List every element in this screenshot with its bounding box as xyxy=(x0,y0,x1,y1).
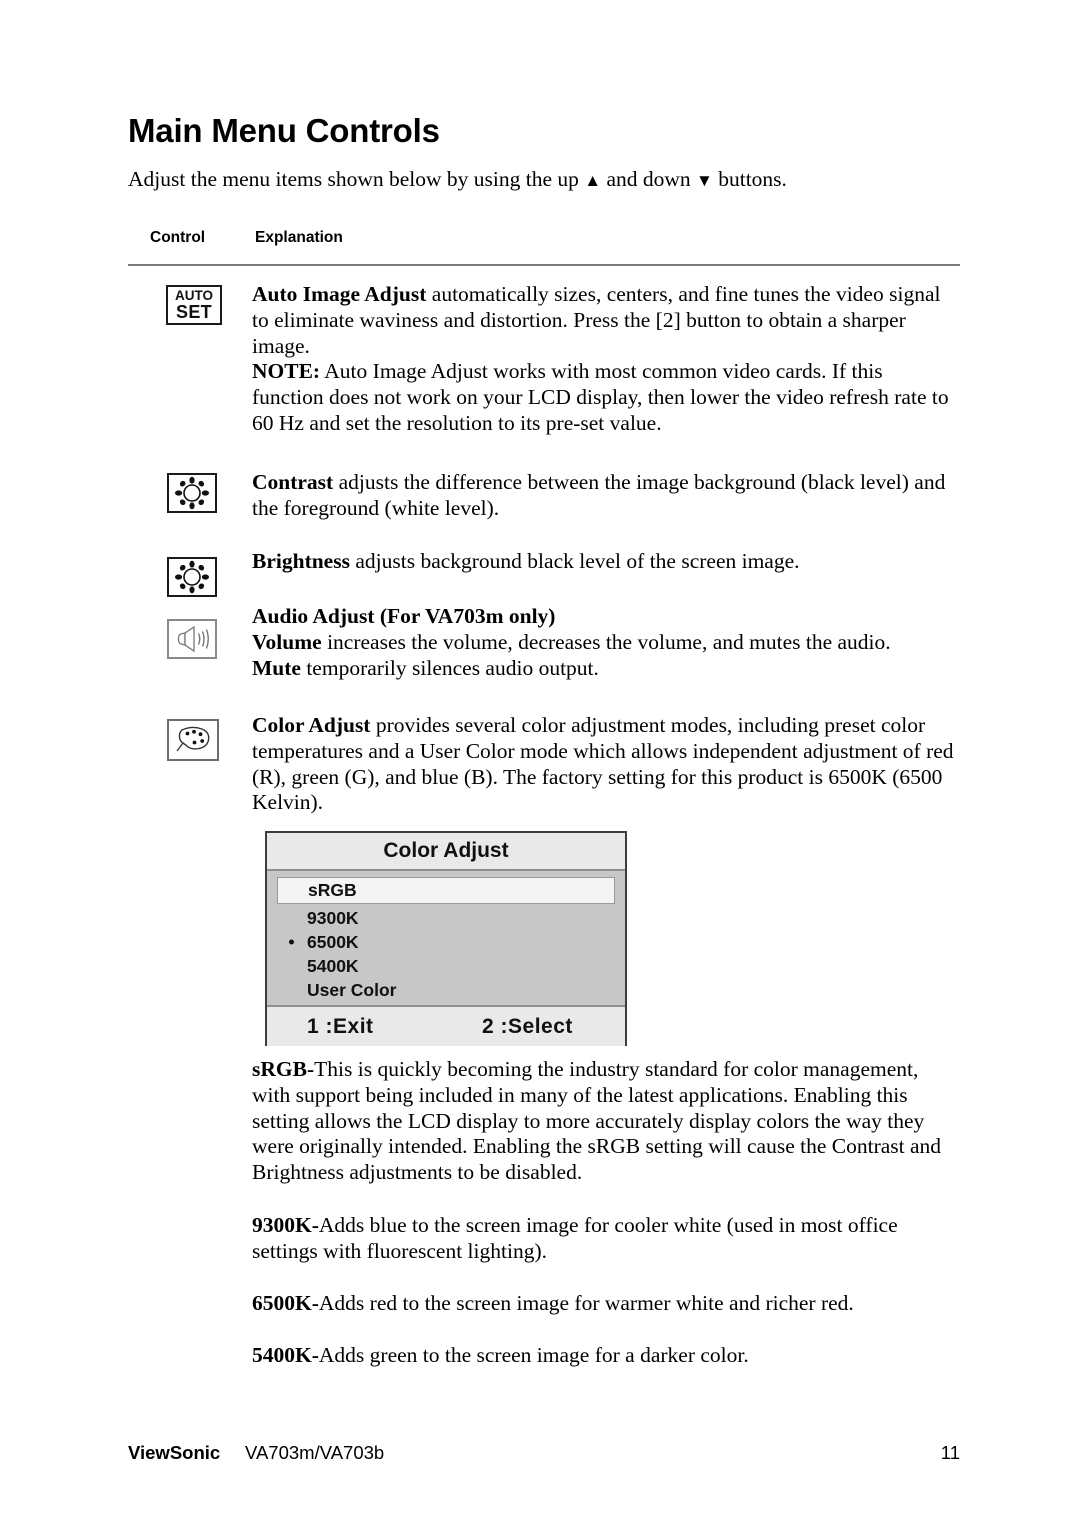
column-header-explanation: Explanation xyxy=(255,229,343,246)
osd-item-label: 6500K xyxy=(307,931,359,952)
color-palette-glyph xyxy=(176,726,210,752)
document-page: Main Menu Controls Adjust the menu items… xyxy=(0,0,1080,1527)
contrast-lead: Contrast xyxy=(252,470,334,494)
volume-lead: Volume xyxy=(252,629,322,654)
osd-selected-marker-icon xyxy=(289,939,294,945)
k5400-description: 5400K-Adds green to the screen image for… xyxy=(252,1343,958,1369)
osd-exit-hint[interactable]: 1 :Exit xyxy=(307,1015,374,1039)
auto-set-icon-line2: SET xyxy=(176,302,212,323)
column-header-control: Control xyxy=(150,229,206,246)
brightness-sun-glyph xyxy=(175,560,209,594)
page-footer: ViewSonic VA703m/VA703b 11 xyxy=(128,1442,960,1468)
auto-image-adjust-note-text: Auto Image Adjust works with most common… xyxy=(252,359,949,435)
k6500-text: Adds red to the screen image for warmer … xyxy=(318,1291,854,1315)
footer-model: VA703m/VA703b xyxy=(245,1442,385,1463)
down-arrow-icon: ▼ xyxy=(696,171,713,190)
auto-set-icon: AUTO SET xyxy=(166,285,222,325)
footer-brand: ViewSonic xyxy=(128,1442,221,1463)
osd-item-list: sRGB 9300K 6500K 5400K User Color xyxy=(267,871,625,1005)
intro-paragraph: Adjust the menu items shown below by usi… xyxy=(128,166,958,194)
osd-select-hint[interactable]: 2 :Select xyxy=(482,1015,573,1039)
k6500-lead: 6500K- xyxy=(252,1291,319,1315)
osd-item-label: User Color xyxy=(307,979,397,1000)
auto-set-icon-line1: AUTO xyxy=(174,287,213,303)
contrast-sun-icon xyxy=(167,473,217,513)
brightness-sun-icon xyxy=(167,557,217,597)
mute-lead: Mute xyxy=(252,655,301,680)
intro-text-before: Adjust the menu items shown below by usi… xyxy=(128,167,585,191)
k9300-description: 9300K-Adds blue to the screen image for … xyxy=(252,1213,958,1265)
mute-text: temporarily silences audio output. xyxy=(300,655,599,680)
brightness-text: adjusts background black level of the sc… xyxy=(349,549,800,573)
osd-item-srgb[interactable]: sRGB xyxy=(277,877,615,904)
intro-text-middle: and down xyxy=(601,167,697,191)
brightness-description: Brightness adjusts background black leve… xyxy=(252,549,958,575)
color-adjust-lead: Color Adjust xyxy=(252,713,371,737)
up-arrow-icon: ▲ xyxy=(584,171,602,190)
brightness-lead: Brightness xyxy=(252,549,350,573)
k5400-text: Adds green to the screen image for a dar… xyxy=(318,1343,749,1367)
k5400-lead: 5400K- xyxy=(252,1343,319,1367)
k9300-lead: 9300K- xyxy=(252,1213,319,1237)
audio-speaker-glyph xyxy=(177,625,209,653)
srgb-description: sRGB-This is quickly becoming the indust… xyxy=(252,1057,958,1186)
contrast-text: adjusts the difference between the image… xyxy=(252,470,946,520)
osd-item-9300k[interactable]: 9300K xyxy=(277,906,615,930)
color-adjust-description: Color Adjust provides several color adju… xyxy=(252,713,958,816)
auto-image-adjust-description: Auto Image Adjust automatically sizes, c… xyxy=(252,282,958,437)
k6500-description: 6500K-Adds red to the screen image for w… xyxy=(252,1291,958,1317)
srgb-lead: sRGB- xyxy=(252,1057,315,1081)
contrast-sun-glyph xyxy=(175,476,209,510)
osd-item-label: 5400K xyxy=(307,955,359,976)
auto-image-adjust-lead: Auto Image Adjust xyxy=(252,282,427,306)
audio-adjust-description: Audio Adjust (For VA703m only) Volume in… xyxy=(252,604,958,681)
osd-item-user-color[interactable]: User Color xyxy=(277,978,615,1002)
intro-text-after: buttons. xyxy=(712,167,787,191)
osd-footer-bar: 1 :Exit 2 :Select xyxy=(267,1005,625,1046)
color-palette-icon xyxy=(167,719,219,761)
footer-page-number: 11 xyxy=(940,1442,960,1463)
audio-speaker-icon xyxy=(167,619,217,659)
audio-adjust-heading: Audio Adjust (For VA703m only) xyxy=(252,604,556,628)
k9300-text: Adds blue to the screen image for cooler… xyxy=(252,1213,898,1263)
osd-item-6500k[interactable]: 6500K xyxy=(277,930,615,954)
header-divider xyxy=(128,264,960,266)
volume-text: increases the volume, decreases the volu… xyxy=(321,629,891,654)
osd-title: Color Adjust xyxy=(267,833,625,871)
osd-color-adjust-menu: Color Adjust sRGB 9300K 6500K 5400K User… xyxy=(265,831,627,1046)
page-title: Main Menu Controls xyxy=(128,112,440,149)
osd-item-5400k[interactable]: 5400K xyxy=(277,954,615,978)
osd-item-label: sRGB xyxy=(308,880,357,900)
osd-item-label: 9300K xyxy=(307,907,359,928)
auto-image-adjust-note-lead: NOTE: xyxy=(252,359,321,384)
contrast-description: Contrast adjusts the difference between … xyxy=(252,470,958,522)
srgb-text: This is quickly becoming the industry st… xyxy=(252,1057,942,1185)
